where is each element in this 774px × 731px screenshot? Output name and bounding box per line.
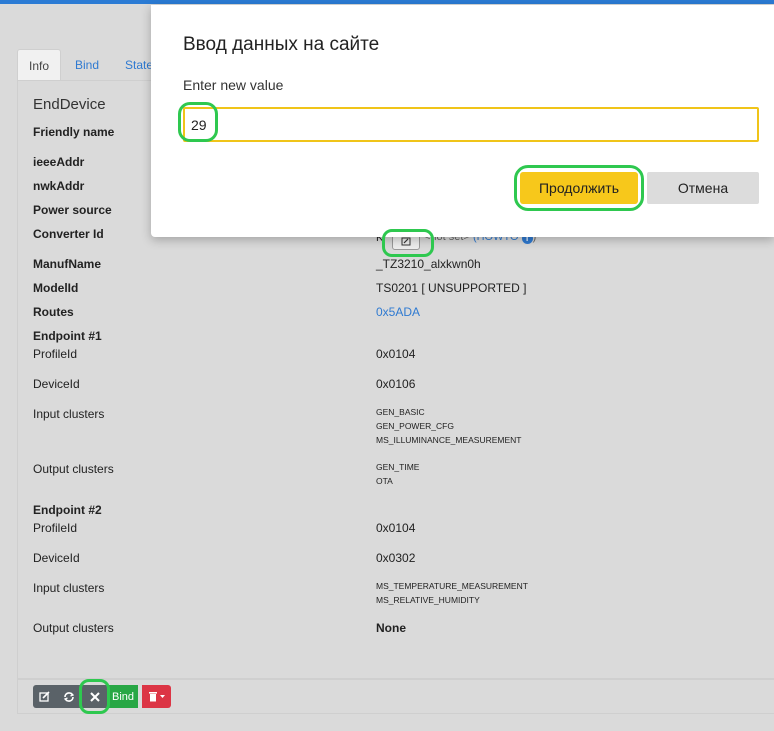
edit-icon xyxy=(39,691,50,702)
refresh-button[interactable] xyxy=(57,685,81,708)
tools-icon xyxy=(89,691,100,702)
value-input[interactable] xyxy=(183,107,759,142)
cancel-button[interactable]: Отмена xyxy=(647,172,759,204)
delete-dropdown-button[interactable] xyxy=(142,685,171,708)
continue-button[interactable]: Продолжить xyxy=(520,172,638,204)
cluster-item: OTA xyxy=(376,476,393,486)
dialog-prompt: Enter new value xyxy=(183,77,284,93)
cluster-item: GEN_BASIC xyxy=(376,407,425,417)
cluster-item: GEN_TIME xyxy=(376,462,420,472)
endpoint-2-device-value: 0x0302 xyxy=(376,551,416,565)
manuf-name-label: ManufName xyxy=(33,257,102,271)
endpoint-1-device-value: 0x0106 xyxy=(376,377,416,391)
cluster-item: MS_ILLUMINANCE_MEASUREMENT xyxy=(376,435,522,445)
top-bar xyxy=(0,0,774,4)
cluster-item: GEN_POWER_CFG xyxy=(376,421,454,431)
endpoint-1-device-label: DeviceId xyxy=(33,377,80,391)
ieee-addr-label: ieeeAddr xyxy=(33,155,85,169)
tab-info[interactable]: Info xyxy=(17,49,62,81)
edit-device-button[interactable] xyxy=(33,685,57,708)
endpoint-2-output-label: Output clusters xyxy=(33,621,114,635)
power-source-label: Power source xyxy=(33,203,112,217)
endpoint-2-input-clusters: MS_TEMPERATURE_MEASUREMENT MS_RELATIVE_H… xyxy=(376,579,528,607)
routes-label: Routes xyxy=(33,305,74,319)
endpoint-2-profile-label: ProfileId xyxy=(33,521,78,535)
endpoint-1-input-label: Input clusters xyxy=(33,407,105,421)
endpoint-1-profile-label: ProfileId xyxy=(33,347,78,361)
endpoint-1-output-clusters: GEN_TIME OTA xyxy=(376,460,419,488)
converter-id-label: Converter Id xyxy=(33,227,104,241)
bind-button[interactable]: Bind xyxy=(108,685,138,708)
endpoint-2-output-value: None xyxy=(376,621,406,635)
refresh-icon xyxy=(63,691,75,702)
manuf-name-value: _TZ3210_alxkwn0h xyxy=(376,257,481,271)
endpoint-2-title: Endpoint #2 xyxy=(33,503,102,517)
cluster-item: MS_RELATIVE_HUMIDITY xyxy=(376,595,480,605)
friendly-name-label: Friendly name xyxy=(33,125,115,139)
dialog-title: Ввод данных на сайте xyxy=(183,34,380,55)
endpoint-1-output-label: Output clusters xyxy=(33,462,114,476)
trash-icon xyxy=(148,692,165,702)
endpoint-1-title: Endpoint #1 xyxy=(33,329,102,343)
edit-icon xyxy=(401,237,411,245)
nwk-addr-label: nwkAddr xyxy=(33,179,85,193)
cluster-item: MS_TEMPERATURE_MEASUREMENT xyxy=(376,581,528,591)
endpoint-2-input-label: Input clusters xyxy=(33,581,105,595)
tab-bind[interactable]: Bind xyxy=(63,49,111,81)
endpoint-2-device-label: DeviceId xyxy=(33,551,80,565)
model-id-value: TS0201 [ UNSUPPORTED ] xyxy=(376,281,527,295)
endpoint-2-profile-value: 0x0104 xyxy=(376,521,416,535)
device-type-title: EndDevice xyxy=(33,96,106,113)
endpoint-1-input-clusters: GEN_BASIC GEN_POWER_CFG MS_ILLUMINANCE_M… xyxy=(376,405,521,447)
model-id-label: ModelId xyxy=(33,281,79,295)
endpoint-1-profile-value: 0x0104 xyxy=(376,347,416,361)
tools-button[interactable] xyxy=(81,685,108,708)
routes-link[interactable]: 0x5ADA xyxy=(376,305,420,319)
